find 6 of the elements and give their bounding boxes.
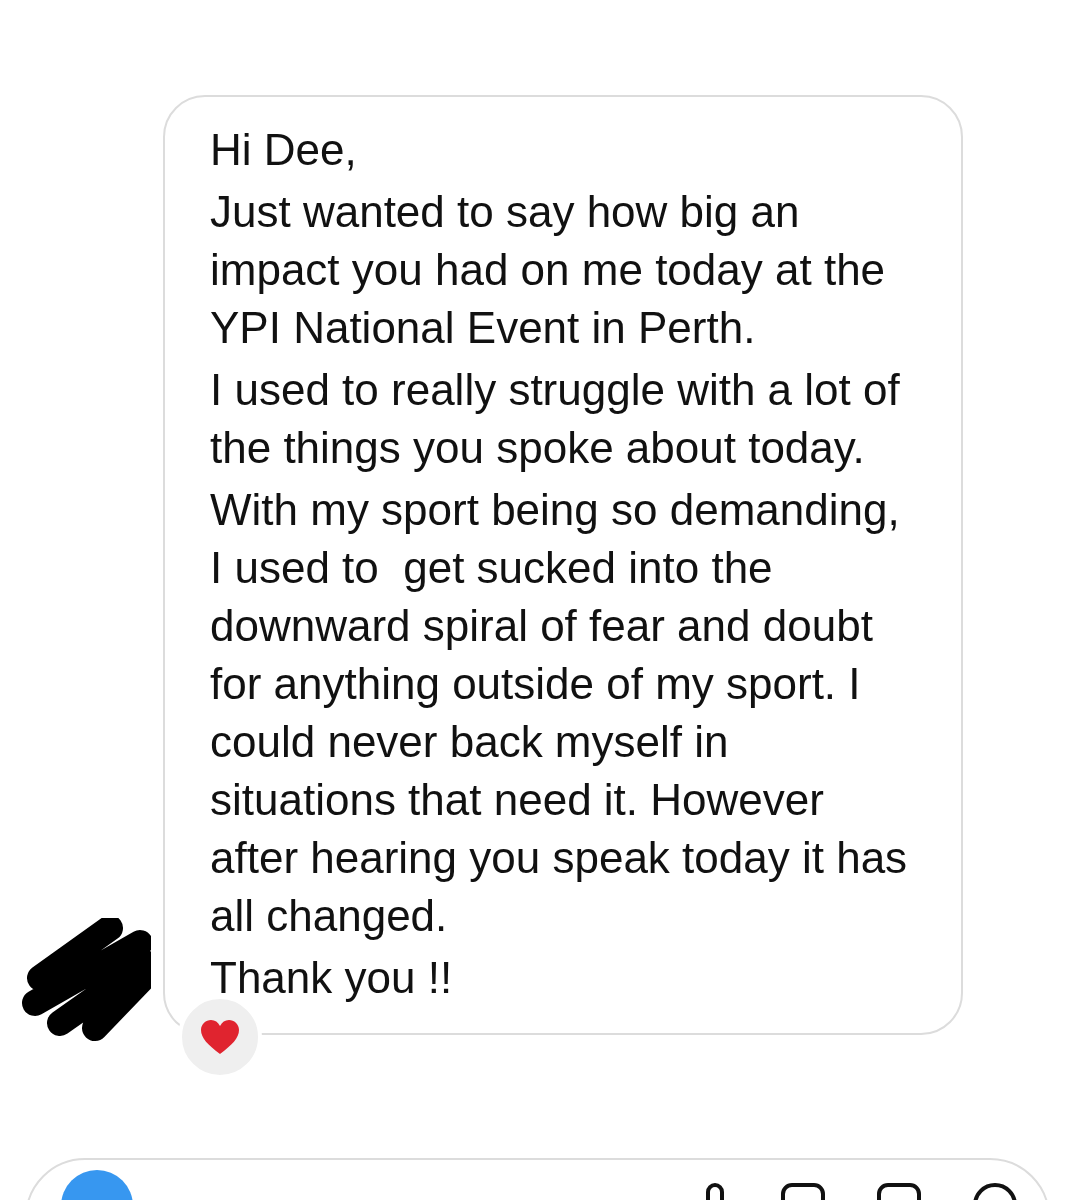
heart-icon	[200, 1019, 240, 1055]
message-text: With my sport being so demanding, I used to get sucked into the downward spiral of fear and doubt for anything outside of my sport. I could never back myself in situations that need it. However after hearing you speak today it has all changed.	[210, 484, 909, 942]
message-text: Thank you !!	[210, 952, 454, 1004]
message-text: Just wanted to say how big an impact you had on me today at the YPI National Event in Perth.	[210, 186, 887, 354]
message-text: Hi Dee,	[210, 124, 358, 176]
message-text: I used to really struggle with a lot of the things you spoke about today.	[210, 364, 901, 474]
